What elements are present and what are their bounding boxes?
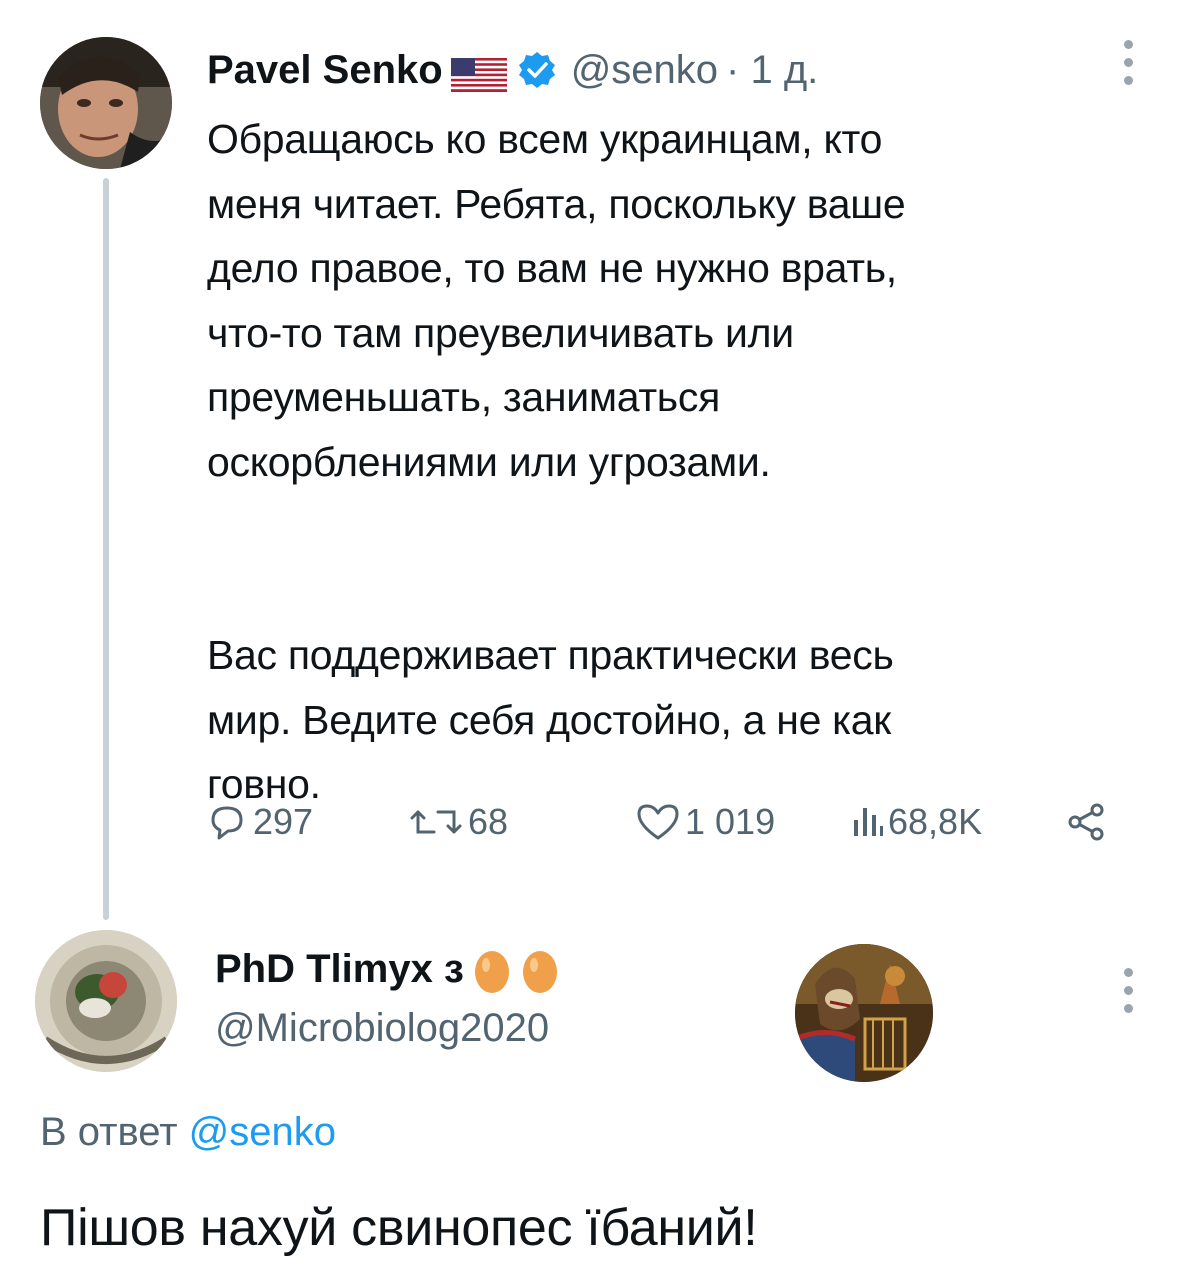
replying-to-label: В ответ (40, 1110, 178, 1154)
retweet-button[interactable]: 68 (408, 800, 508, 844)
share-icon (1068, 803, 1104, 841)
reply-author-handle[interactable]: @Microbiolog2020 (215, 1002, 549, 1054)
retweet-count: 68 (468, 801, 509, 842)
reply-count: 297 (253, 801, 314, 842)
pavel-senko-avatar[interactable] (40, 37, 172, 169)
tweet-line: меня читает. Ребята, поскольку ваше (207, 180, 906, 227)
verified-badge-icon (517, 50, 557, 90)
like-button[interactable]: 1 019 (635, 800, 775, 844)
replying-to-mention[interactable]: @senko (189, 1110, 336, 1154)
egg-icon (472, 943, 512, 995)
tweet-text: Обращаюсь ко всем украинцам, кто меня чи… (207, 107, 1087, 817)
author-name[interactable]: Pavel Senko (207, 44, 443, 96)
more-options-icon[interactable] (1122, 40, 1134, 85)
tweet-line: мир. Ведите себя достойно, а не как (207, 696, 891, 743)
reply-icon (211, 806, 243, 840)
replying-to-line: В ответ @senko (40, 1106, 336, 1158)
reply-more-options-icon[interactable] (1122, 968, 1134, 1013)
like-count: 1 019 (685, 801, 776, 842)
views-count: 68,8K (888, 801, 983, 842)
tweet-line: оскорблениями или угрозами. (207, 438, 771, 485)
reply-author-name[interactable]: PhD Tlimyx з (215, 943, 464, 995)
reply-button[interactable]: 297 (205, 800, 313, 844)
reply-header: PhD Tlimyx з (215, 943, 560, 995)
tweet-line: дело правое, то вам не нужно врать, (207, 245, 897, 291)
tweet-actions-bar: 297 68 1 019 68,8K (205, 800, 1105, 856)
us-flag-icon (450, 53, 507, 92)
tweet-timestamp[interactable]: · 1 д. (726, 44, 818, 96)
share-button[interactable] (1065, 800, 1109, 844)
reply-text: Пішов нахуй свинопес їбаний! (40, 1199, 758, 1257)
heart-icon (637, 804, 679, 840)
tweet-header: Pavel Senko @senko · 1 д. (207, 44, 818, 96)
tweet-line: что-то там преувеличивать или (207, 309, 794, 356)
tweet-line: преуменьшать, заниматься (207, 374, 720, 420)
reply-attached-image-thumbnail[interactable] (795, 944, 933, 1082)
views-button[interactable]: 68,8K (850, 800, 982, 844)
egg-icon (520, 943, 560, 995)
retweet-icon (410, 810, 462, 834)
thread-connector-line (103, 178, 109, 920)
views-chart-icon (854, 808, 883, 836)
tweet-line: Вас поддерживает практически весь (207, 632, 894, 678)
author-handle[interactable]: @senko (571, 44, 718, 96)
tweet-line: Обращаюсь ко всем украинцам, кто (207, 116, 883, 162)
reply-author-avatar[interactable] (35, 930, 177, 1072)
screenshot: Pavel Senko @senko · 1 д. Обращаюсь ко в… (0, 0, 1195, 1280)
